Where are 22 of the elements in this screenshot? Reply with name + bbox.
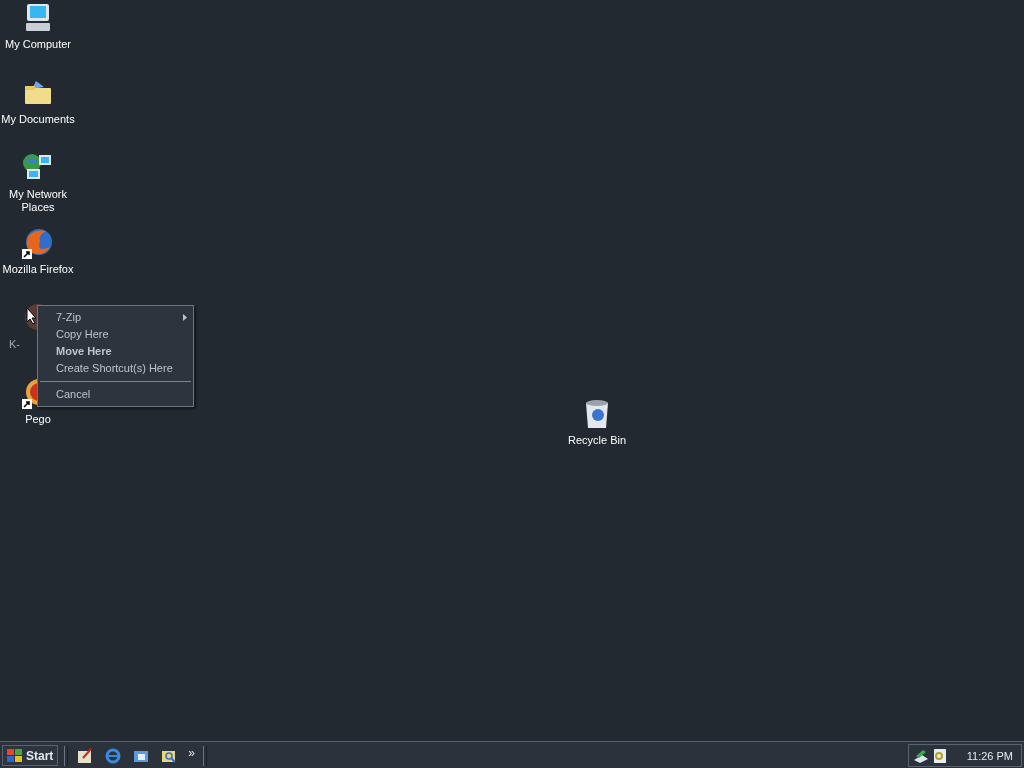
desktop-icon-label[interactable]: My Documents <box>1 113 75 126</box>
desktop-icon-label[interactable]: My Network Places <box>0 188 76 214</box>
menu-item[interactable]: Create Shortcut(s) Here <box>38 360 193 377</box>
browser-icon <box>105 747 122 764</box>
menu-item[interactable]: Copy Here <box>38 326 193 343</box>
mouse-cursor-icon <box>26 307 38 325</box>
key-tray-icon <box>932 747 947 764</box>
menu-item[interactable]: Move Here <box>38 343 193 360</box>
more-button[interactable]: » <box>186 745 198 760</box>
desktop-icon-label[interactable]: My Computer <box>5 38 71 51</box>
network-tray-icon <box>912 747 929 764</box>
menu-item[interactable]: 7-Zip <box>38 309 193 326</box>
desktop-icon-label[interactable]: Pego <box>25 413 51 426</box>
windows-flag-icon <box>7 748 23 763</box>
submenu-arrow-icon <box>183 314 187 321</box>
desktop-icon-label[interactable]: K- <box>9 338 20 351</box>
desktop-icon-label[interactable]: Mozilla Firefox <box>2 263 74 276</box>
start-button[interactable]: Start <box>2 745 59 766</box>
menu-item[interactable]: Cancel <box>38 386 193 403</box>
clock: 11:26 PM <box>966 749 1013 762</box>
desktop-icon-label[interactable]: Recycle Bin <box>567 434 627 447</box>
notepad-icon <box>77 747 94 764</box>
